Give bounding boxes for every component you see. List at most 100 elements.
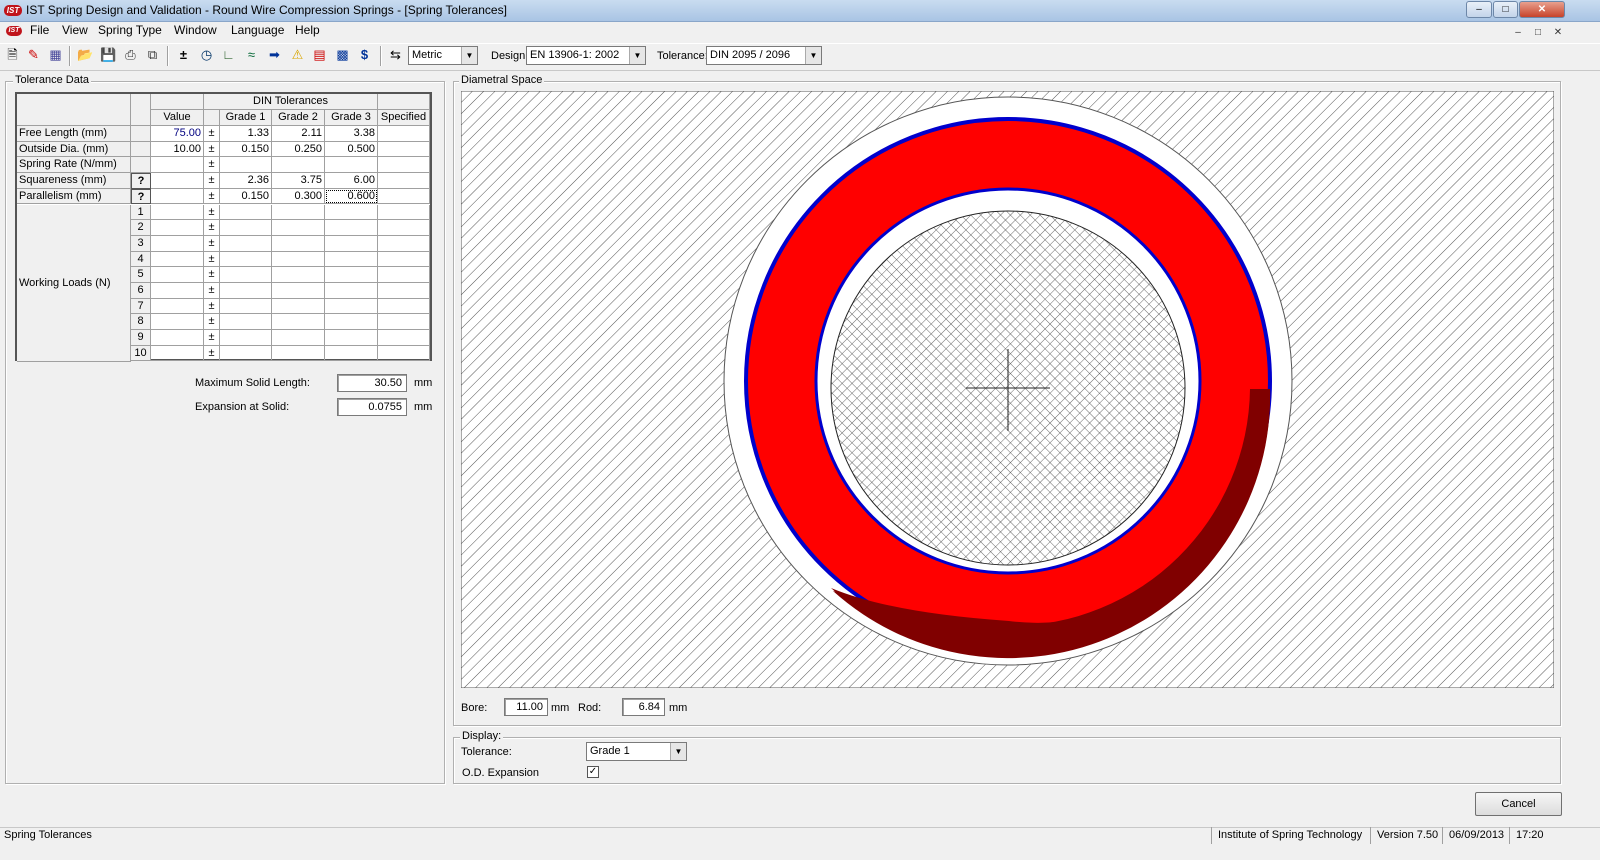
cell-grade-1[interactable]: 2.36 <box>220 173 272 189</box>
bar-chart-icon[interactable]: ▩ <box>333 46 352 65</box>
rod-field[interactable]: 6.84 <box>622 698 665 716</box>
load-cell-grade-3[interactable] <box>325 235 378 252</box>
graph-icon[interactable]: ∟ <box>219 46 238 65</box>
load-cell-grade-3[interactable] <box>325 345 378 362</box>
cell-grade-2[interactable]: 0.300 <box>272 188 325 205</box>
load-cell-grade-2[interactable] <box>272 204 325 221</box>
load-cell-grade-1[interactable] <box>220 251 272 268</box>
chevron-down-icon[interactable]: ▼ <box>629 47 645 64</box>
cell-specified[interactable] <box>378 188 430 205</box>
cell-specified[interactable] <box>378 157 430 174</box>
load-cell-grade-1[interactable] <box>220 204 272 221</box>
cell-value[interactable] <box>151 157 204 174</box>
cell-value[interactable] <box>151 173 204 189</box>
expansion-at-solid-field[interactable]: 0.0755 <box>337 398 407 416</box>
document-logo-icon[interactable]: IST <box>6 26 22 36</box>
tolerance-icon[interactable]: ± <box>174 46 193 65</box>
load-cell-specified[interactable] <box>378 314 430 331</box>
load-cell-grade-3[interactable] <box>325 267 378 283</box>
help-question-button[interactable]: ? <box>131 173 151 189</box>
load-cell-grade-2[interactable] <box>272 298 325 315</box>
mdi-minimize-button[interactable]: – <box>1510 25 1526 39</box>
units-select[interactable]: Metric ▼ <box>408 46 478 65</box>
calculator-icon[interactable]: ▦ <box>46 46 65 65</box>
mdi-restore-button[interactable]: □ <box>1530 25 1546 39</box>
max-solid-length-field[interactable]: 30.50 <box>337 374 407 392</box>
chevron-down-icon[interactable]: ▼ <box>670 743 686 760</box>
load-cell-grade-1[interactable] <box>220 283 272 299</box>
menu-file[interactable]: File <box>30 23 49 37</box>
cell-grade-1[interactable]: 0.150 <box>220 188 272 205</box>
cancel-button[interactable]: Cancel <box>1475 792 1562 816</box>
cell-specified[interactable] <box>378 173 430 189</box>
load-cell-grade-2[interactable] <box>272 345 325 362</box>
print-icon[interactable]: ⎙ <box>121 46 140 65</box>
load-cell-grade-1[interactable] <box>220 314 272 331</box>
cell-grade-1[interactable]: 0.150 <box>220 141 272 158</box>
load-cell-grade-3[interactable] <box>325 204 378 221</box>
menu-window[interactable]: Window <box>174 23 217 37</box>
load-cell-specified[interactable] <box>378 298 430 315</box>
load-cell-specified[interactable] <box>378 345 430 362</box>
load-cell-grade-2[interactable] <box>272 251 325 268</box>
copy-icon[interactable]: ⧉ <box>143 46 162 65</box>
load-cell-value[interactable] <box>151 298 204 315</box>
load-cell-value[interactable] <box>151 345 204 362</box>
chevron-down-icon[interactable]: ▼ <box>461 47 477 64</box>
load-cell-specified[interactable] <box>378 204 430 221</box>
cell-grade-3[interactable]: 0.600 <box>325 188 378 205</box>
load-cell-value[interactable] <box>151 204 204 221</box>
cell-value[interactable] <box>151 188 204 205</box>
load-cell-grade-3[interactable] <box>325 251 378 268</box>
cell-grade-3[interactable]: 3.38 <box>325 126 378 142</box>
minimize-button[interactable]: – <box>1466 1 1492 18</box>
load-cell-grade-1[interactable] <box>220 298 272 315</box>
units-icon[interactable]: ⇆ <box>386 46 405 65</box>
load-cell-grade-2[interactable] <box>272 330 325 346</box>
load-cell-grade-3[interactable] <box>325 283 378 299</box>
warning-icon[interactable]: ⚠ <box>288 46 307 65</box>
menu-view[interactable]: View <box>62 23 88 37</box>
load-cell-grade-1[interactable] <box>220 345 272 362</box>
menu-help[interactable]: Help <box>295 23 320 37</box>
tolerance-standard-select[interactable]: DIN 2095 / 2096 ▼ <box>706 46 822 65</box>
open-folder-icon[interactable]: 📂 <box>76 46 95 65</box>
design-select[interactable]: EN 13906-1: 2002 ▼ <box>526 46 646 65</box>
maximize-button[interactable]: □ <box>1493 1 1518 18</box>
load-cell-grade-1[interactable] <box>220 220 272 236</box>
arrow-icon[interactable]: ➡ <box>265 46 284 65</box>
menu-language[interactable]: Language <box>231 23 284 37</box>
cell-grade-2[interactable]: 2.11 <box>272 126 325 142</box>
load-cell-grade-3[interactable] <box>325 314 378 331</box>
cell-grade-3[interactable]: 0.500 <box>325 141 378 158</box>
load-cell-value[interactable] <box>151 314 204 331</box>
load-cell-value[interactable] <box>151 220 204 236</box>
edit-icon[interactable]: ✎ <box>24 46 43 65</box>
save-icon[interactable]: 💾 <box>99 46 118 65</box>
load-cell-grade-1[interactable] <box>220 267 272 283</box>
load-cell-value[interactable] <box>151 235 204 252</box>
clock-icon[interactable]: ◷ <box>197 46 216 65</box>
load-cell-grade-3[interactable] <box>325 220 378 236</box>
cell-grade-1[interactable]: 1.33 <box>220 126 272 142</box>
display-tolerance-select[interactable]: Grade 1 ▼ <box>586 742 687 761</box>
load-cell-grade-2[interactable] <box>272 314 325 331</box>
cell-grade-2[interactable] <box>272 157 325 174</box>
cell-grade-1[interactable] <box>220 157 272 174</box>
cell-value[interactable]: 10.00 <box>151 141 204 158</box>
bore-field[interactable]: 11.00 <box>504 698 548 716</box>
load-cell-value[interactable] <box>151 330 204 346</box>
load-cell-grade-3[interactable] <box>325 298 378 315</box>
cell-specified[interactable] <box>378 141 430 158</box>
cell-specified[interactable] <box>378 126 430 142</box>
load-cell-value[interactable] <box>151 283 204 299</box>
load-cell-grade-2[interactable] <box>272 283 325 299</box>
chart-icon[interactable]: ≈ <box>242 46 261 65</box>
load-cell-value[interactable] <box>151 267 204 283</box>
load-cell-grade-1[interactable] <box>220 235 272 252</box>
load-cell-grade-1[interactable] <box>220 330 272 346</box>
cell-value[interactable]: 75.00 <box>151 126 204 142</box>
cell-grade-2[interactable]: 0.250 <box>272 141 325 158</box>
load-cell-specified[interactable] <box>378 220 430 236</box>
load-cell-grade-2[interactable] <box>272 235 325 252</box>
